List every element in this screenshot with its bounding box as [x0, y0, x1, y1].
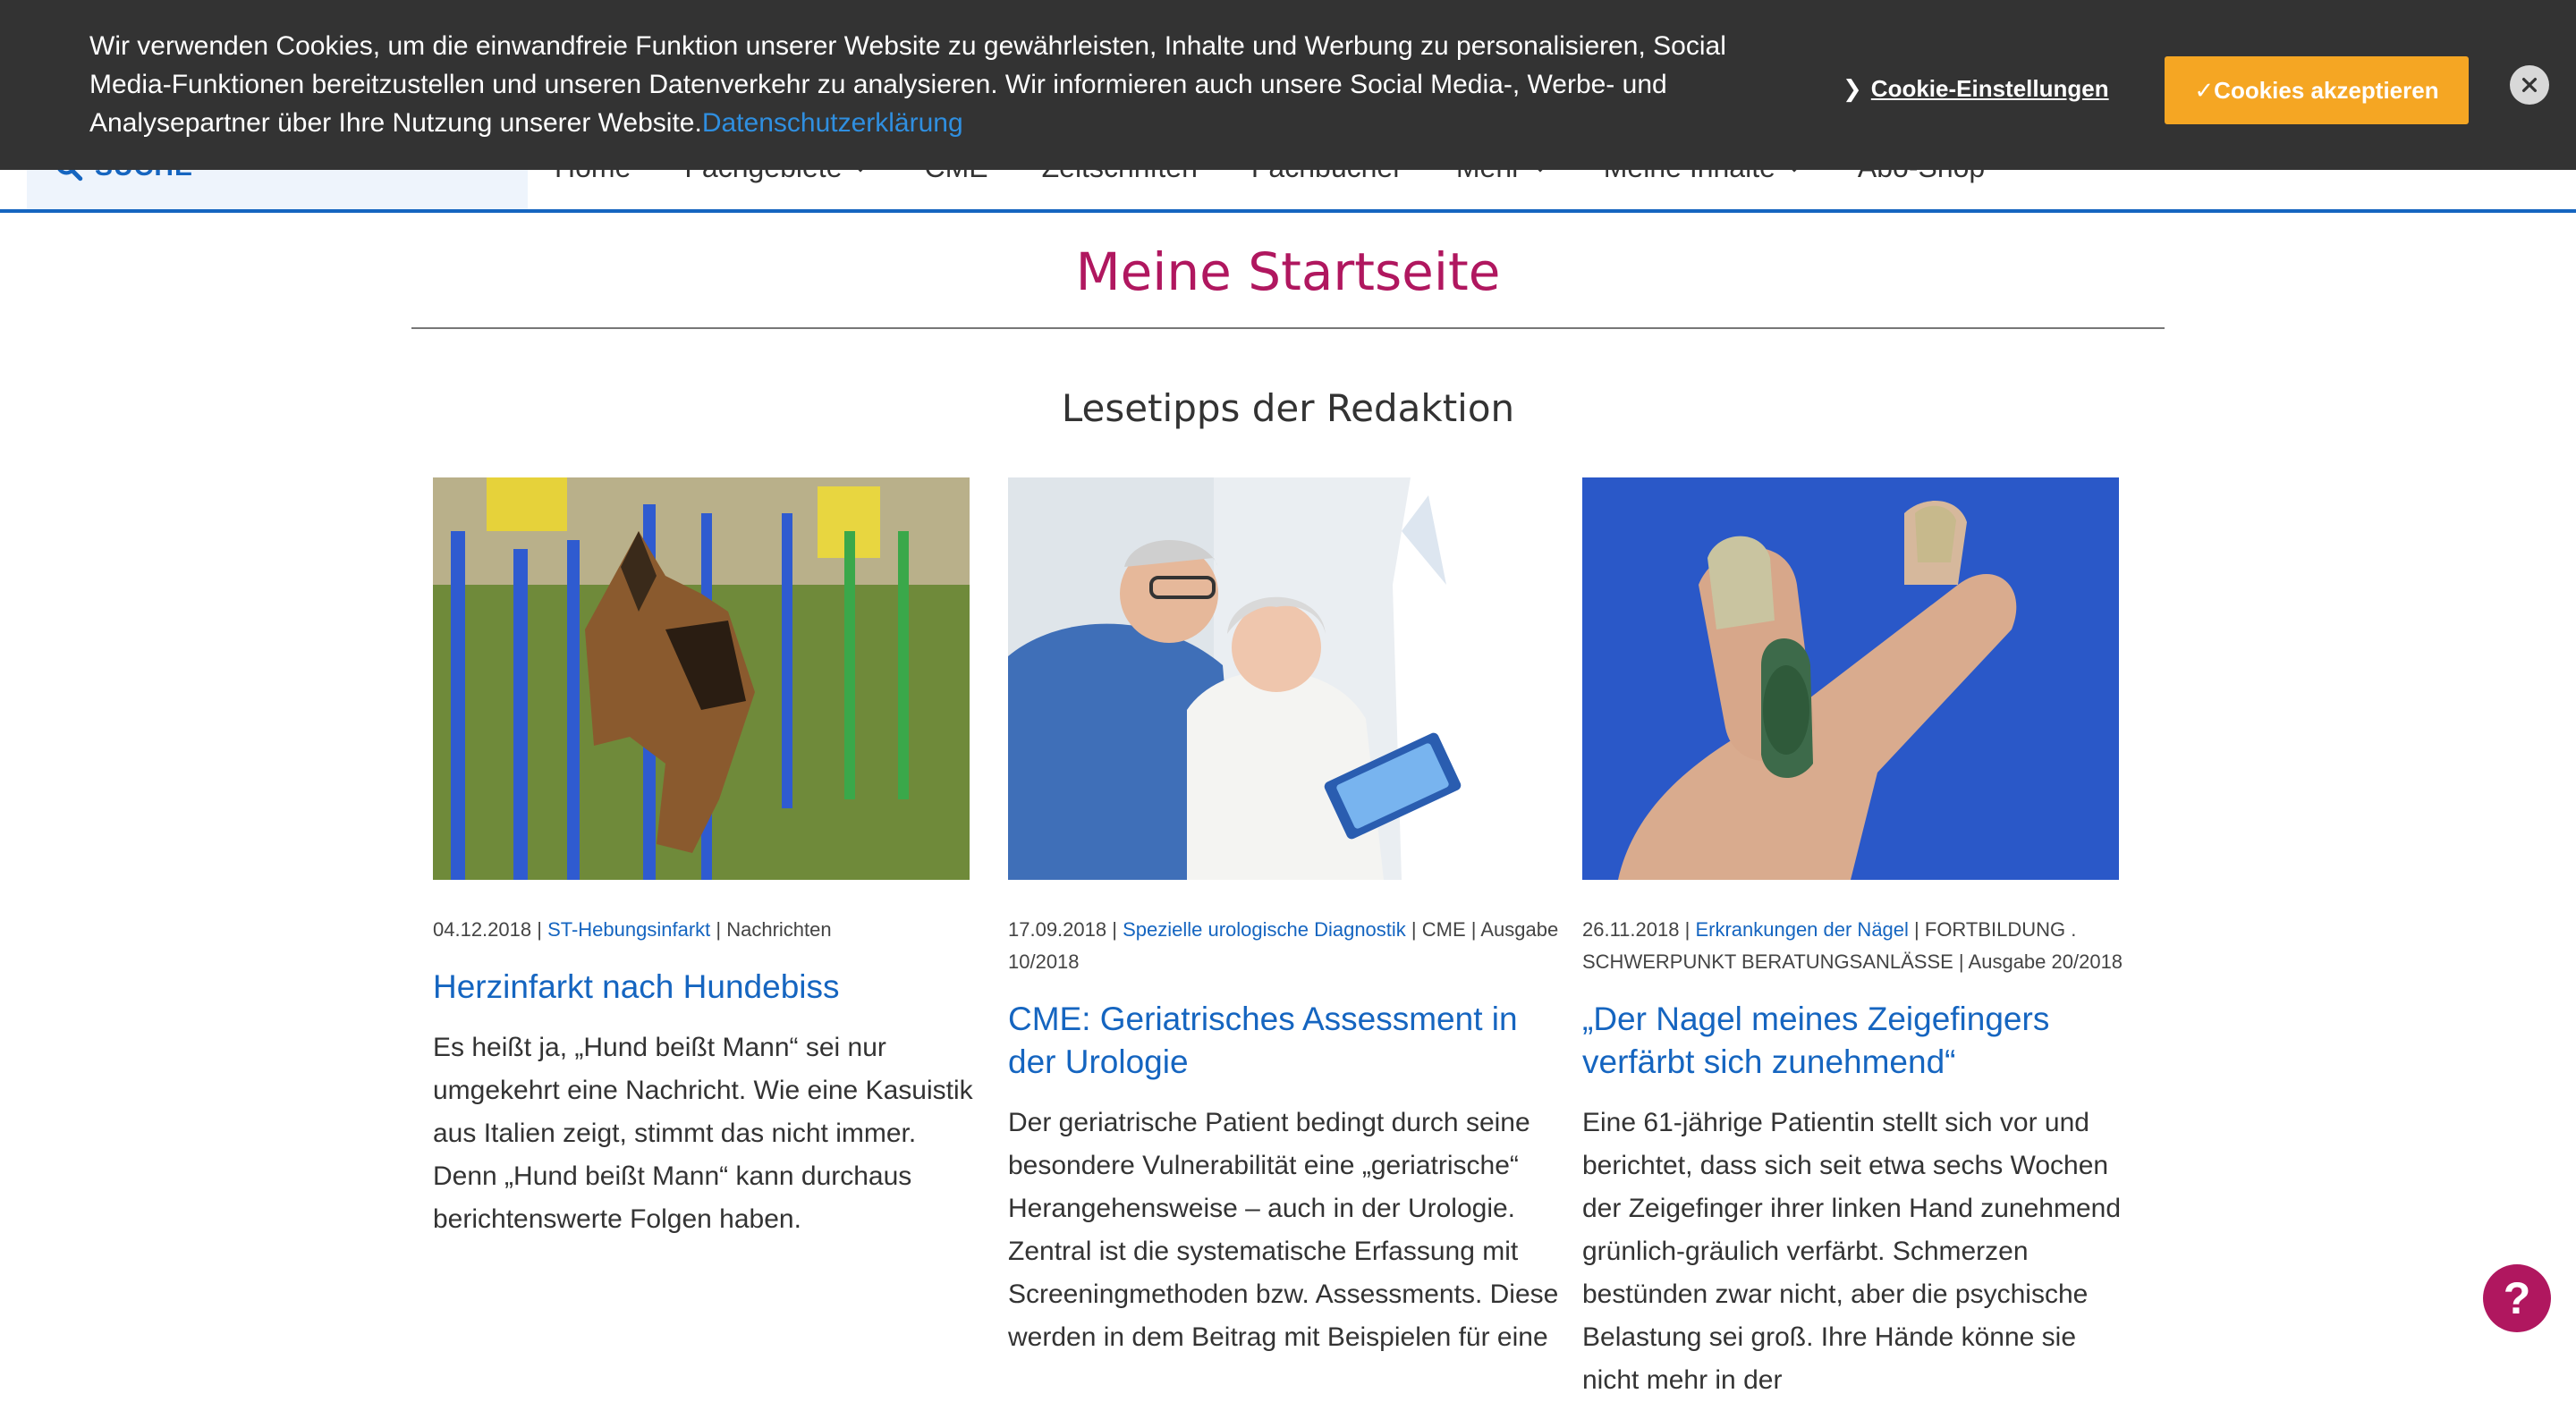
article-date: 17.09.2018	[1008, 918, 1107, 941]
cookie-settings-link[interactable]: ❯ Cookie-Einstellungen	[1843, 75, 2109, 103]
article-teaser: Es heißt ja, „Hund beißt Mann“ sei nur u…	[433, 1033, 973, 1234]
article-title-link[interactable]: CME: Geriatrisches Assessment in der Uro…	[1008, 998, 1563, 1084]
article-teaser: Der geriatrische Patient bedingt durch s…	[1008, 1108, 1559, 1352]
article-title-link[interactable]: „Der Nagel meines Zeigefingers verfärbt …	[1582, 998, 2137, 1084]
help-chat-button[interactable]: ?	[2483, 1264, 2551, 1332]
article-meta: 04.12.2018 | ST-Hebungsinfarkt | Nachric…	[433, 918, 832, 941]
section-title: Lesetipps der Redaktion	[1061, 386, 1515, 430]
article-meta: 17.09.2018 | Spezielle urologische Diagn…	[1008, 918, 1559, 973]
question-icon: ?	[2503, 1273, 2531, 1323]
article-card: 17.09.2018 | Spezielle urologische Diagn…	[1008, 477, 1563, 1359]
article-image-fingernail[interactable]	[1582, 477, 2119, 880]
title-divider	[411, 327, 2165, 329]
close-icon	[2521, 77, 2538, 93]
page-title: Meine Startseite	[1075, 241, 1501, 302]
privacy-policy-link[interactable]: Datenschutzerklärung	[702, 108, 963, 138]
article-teaser: Eine 61-jährige Patientin stellt sich vo…	[1582, 1108, 2122, 1395]
article-card: 26.11.2018 | Erkrankungen der Nägel | FO…	[1582, 477, 2137, 1402]
cookie-settings-label: Cookie-Einstellungen	[1870, 75, 2109, 102]
accept-cookies-button[interactable]: ✓Cookies akzeptieren	[2165, 56, 2469, 124]
article-image-dog-agility[interactable]	[433, 477, 970, 880]
article-image-geriatric-consultation[interactable]	[1008, 477, 1545, 880]
chevron-right-icon: ❯	[1843, 75, 1862, 102]
cookie-banner: Wir verwenden Cookies, um die einwandfre…	[0, 0, 2576, 170]
article-category-link[interactable]: ST-Hebungsinfarkt	[547, 918, 710, 941]
article-category-link[interactable]: Erkrankungen der Nägel	[1695, 918, 1908, 941]
article-meta: 26.11.2018 | Erkrankungen der Nägel | FO…	[1582, 918, 2123, 973]
article-date: 26.11.2018	[1582, 918, 1680, 941]
article-date: 04.12.2018	[433, 918, 532, 941]
article-title-link[interactable]: Herzinfarkt nach Hundebiss	[433, 966, 987, 1009]
article-type: Nachrichten	[726, 918, 832, 941]
article-card: 04.12.2018 | ST-Hebungsinfarkt | Nachric…	[433, 477, 987, 1241]
cookie-text: Wir verwenden Cookies, um die einwandfre…	[89, 27, 1735, 142]
article-category-link[interactable]: Spezielle urologische Diagnostik	[1123, 918, 1406, 941]
close-cookie-banner-button[interactable]	[2510, 65, 2549, 105]
